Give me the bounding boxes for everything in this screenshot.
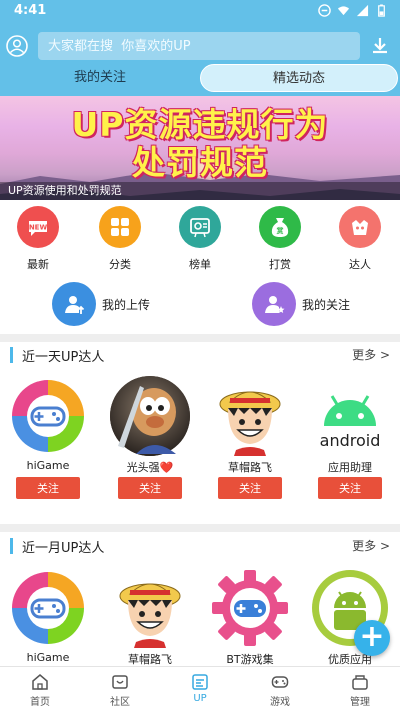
category-label: 达人	[349, 258, 371, 271]
upload-icon	[65, 296, 85, 314]
up-user-name: BT游戏集	[226, 653, 274, 666]
banner-caption: UP资源使用和处罚规范	[0, 182, 400, 200]
search-box[interactable]	[38, 32, 360, 60]
home-icon	[32, 674, 48, 690]
up-user-name: 草帽路飞	[228, 461, 272, 474]
category-label: 分类	[109, 258, 131, 271]
more-link[interactable]: 更多 >	[352, 346, 390, 363]
status-time: 4:41	[14, 3, 47, 18]
category-reward[interactable]: 赏 打赏	[248, 206, 312, 272]
category-expert[interactable]: 达人	[328, 206, 392, 272]
follow-button[interactable]: 关注	[118, 477, 182, 499]
luffy-avatar	[210, 376, 290, 456]
higame-logo	[8, 376, 88, 456]
wifi-icon	[337, 6, 350, 16]
bottom-nav: 首页 社区 UP 游戏 管理	[0, 666, 400, 710]
luffy-avatar	[110, 568, 190, 648]
header: 4:41 我的关注 精选动态	[0, 0, 400, 96]
up-user-name: hiGame	[26, 459, 70, 472]
nav-up[interactable]: UP	[160, 667, 240, 710]
banner-title-line2: 处罚规范	[132, 143, 268, 182]
category-label: 打赏	[269, 258, 291, 271]
expert-icon	[352, 220, 368, 235]
up-user-card[interactable]: hiGame 关注	[8, 376, 88, 499]
svg-text:android: android	[320, 431, 381, 450]
signal-icon	[356, 4, 369, 17]
up-user-name: 草帽路飞	[128, 653, 172, 666]
up-user-card[interactable]: hiGame	[8, 568, 88, 665]
nav-manage[interactable]: 管理	[320, 667, 400, 710]
download-icon[interactable]	[370, 36, 390, 56]
section-title: 近一天UP达人	[22, 350, 105, 365]
rank-icon	[190, 218, 210, 238]
status-icons	[318, 4, 388, 17]
cartoon-avatar	[110, 376, 190, 456]
up-user-card[interactable]: BT游戏集	[210, 568, 290, 666]
follow-user-icon	[265, 296, 285, 313]
nav-label: 社区	[110, 697, 130, 708]
category-classify[interactable]: 分类	[88, 206, 152, 272]
search-input[interactable]	[38, 32, 360, 60]
section-header-month: 近一月UP达人 更多 >	[0, 533, 400, 559]
add-fab-button[interactable]: +	[354, 620, 390, 656]
nav-label: 游戏	[270, 697, 290, 708]
up-user-name: 光头强❤️	[126, 461, 174, 474]
dnd-icon	[318, 4, 331, 17]
quick-link-label: 我的关注	[302, 297, 351, 312]
section-title: 近一月UP达人	[22, 541, 105, 556]
gear-gamepad-logo	[210, 568, 290, 648]
svg-text:NEW: NEW	[29, 224, 48, 232]
section-divider	[0, 524, 400, 532]
category-label: 最新	[27, 258, 49, 271]
up-user-card[interactable]: 草帽路飞	[110, 568, 190, 666]
up-user-card[interactable]: android 应用助理 关注	[310, 376, 390, 499]
my-follows-link[interactable]: 我的关注	[252, 282, 350, 326]
nav-home[interactable]: 首页	[0, 667, 80, 710]
section-header-day: 近一天UP达人 更多 >	[0, 342, 400, 368]
category-rank[interactable]: 榜单	[168, 206, 232, 272]
promo-banner[interactable]: UP资源违规行为 处罚规范 UP资源使用和处罚规范	[0, 96, 400, 200]
up-user-name: hiGame	[26, 651, 70, 664]
search-row	[0, 30, 400, 62]
manage-icon	[352, 675, 368, 690]
up-icon	[192, 674, 208, 690]
follow-button[interactable]: 关注	[318, 477, 382, 499]
my-uploads-link[interactable]: 我的上传	[52, 282, 150, 326]
follow-button[interactable]: 关注	[218, 477, 282, 499]
category-label: 榜单	[189, 258, 211, 271]
section-divider	[0, 334, 400, 342]
plus-icon: +	[359, 619, 385, 654]
community-icon	[112, 675, 128, 689]
nav-community[interactable]: 社区	[80, 667, 160, 710]
higame-logo	[8, 568, 88, 648]
svg-text:赏: 赏	[277, 226, 284, 235]
nav-label: UP	[193, 693, 207, 704]
more-link[interactable]: 更多 >	[352, 537, 390, 554]
nav-games[interactable]: 游戏	[240, 667, 320, 710]
android-logo: android	[310, 376, 390, 456]
reward-icon: 赏	[271, 218, 289, 237]
tab-bar: 我的关注 精选动态	[0, 64, 400, 94]
battery-icon	[378, 4, 385, 17]
tab-my-follow[interactable]: 我的关注	[0, 64, 200, 92]
up-user-card[interactable]: 草帽路飞 关注	[210, 376, 290, 499]
up-user-name: 应用助理	[328, 461, 372, 474]
user-avatar-icon[interactable]	[6, 35, 28, 57]
nav-label: 管理	[350, 697, 370, 708]
category-latest[interactable]: NEW 最新	[6, 206, 70, 272]
new-icon: NEW	[29, 221, 48, 236]
quick-link-label: 我的上传	[102, 297, 151, 312]
gamepad-icon	[271, 676, 289, 688]
grid-icon	[111, 218, 129, 236]
status-bar: 4:41	[0, 0, 400, 24]
tab-featured[interactable]: 精选动态	[200, 64, 398, 92]
follow-button[interactable]: 关注	[16, 477, 80, 499]
nav-label: 首页	[30, 697, 50, 708]
up-user-card[interactable]: 光头强❤️ 关注	[110, 376, 190, 499]
